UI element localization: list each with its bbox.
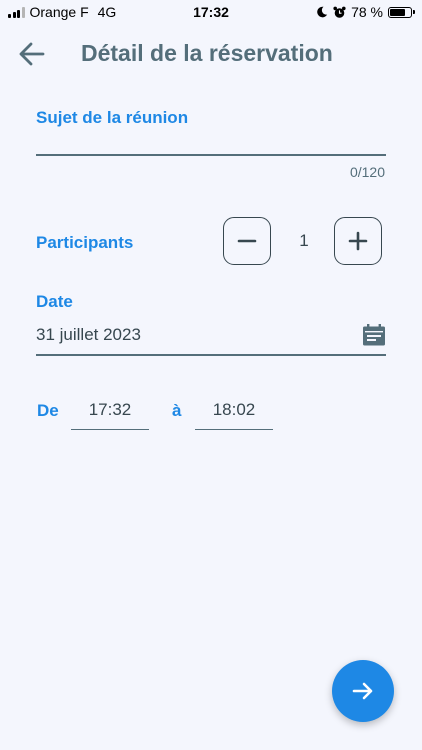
end-time-underline [195,429,273,430]
subject-label: Sujet de la réunion [36,108,189,127]
date-value[interactable]: 31 juillet 2023 [36,325,141,345]
subject-input[interactable] [36,128,386,154]
participants-label: Participants [36,233,134,252]
alarm-icon [333,6,346,18]
moon-icon [317,6,328,18]
plus-icon [348,231,368,251]
end-time-field[interactable]: 18:02 [195,400,273,420]
to-label: à [172,401,182,420]
arrow-left-icon [19,42,45,66]
date-label: Date [36,292,73,311]
minus-icon [237,239,257,243]
status-bar: Orange F 4G 17:32 78 % [0,0,422,24]
start-time-field[interactable]: 17:32 [71,400,149,420]
participants-count: 1 [299,231,309,250]
from-label: De [37,401,59,420]
battery-percent: 78 % [351,4,383,20]
battery-icon [388,6,415,18]
header: Détail de la réservation [0,36,422,72]
decrement-participants-button[interactable] [223,217,271,265]
start-time-underline [71,429,149,430]
arrow-right-icon [352,682,373,700]
increment-participants-button[interactable] [334,217,382,265]
calendar-icon[interactable] [362,324,386,346]
back-button[interactable] [16,40,48,68]
date-underline [36,354,386,356]
page-title: Détail de la réservation [81,40,333,66]
subject-underline [36,154,386,156]
subject-char-counter: 0/120 [349,164,385,180]
status-right: 78 % [316,4,415,20]
next-button[interactable] [332,660,394,722]
